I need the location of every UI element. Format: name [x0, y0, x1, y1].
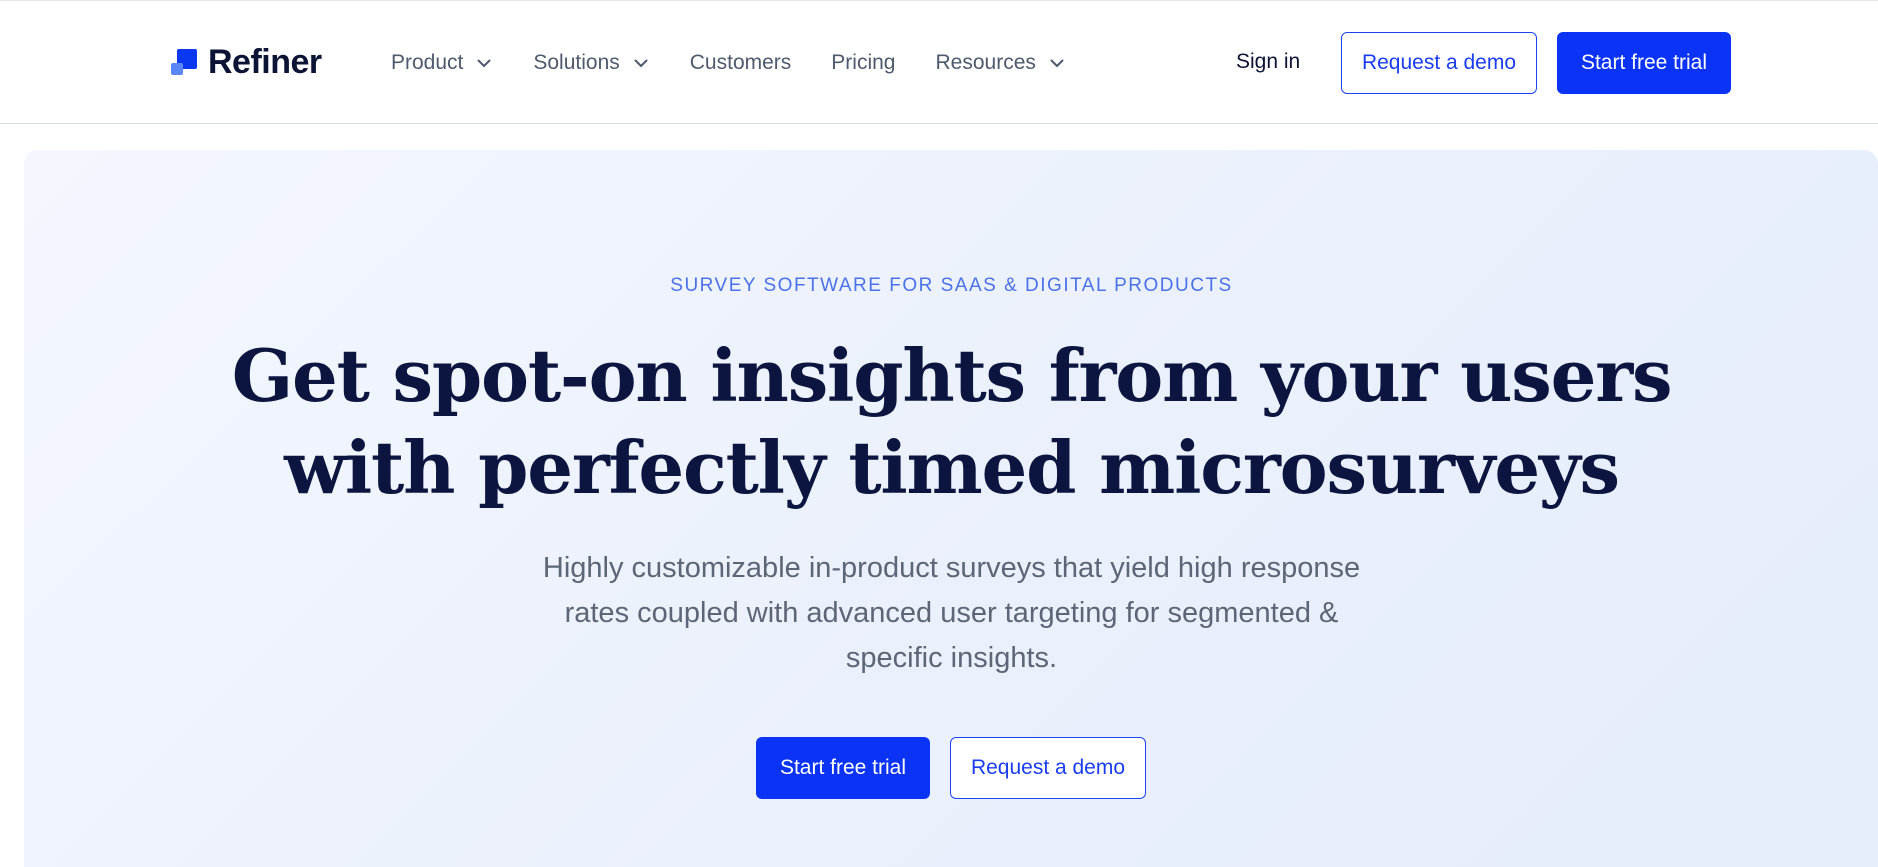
site-header: Refiner Product Solutions Customers Pric… — [0, 0, 1878, 124]
headline-line-1: Get spot-on insights from your users — [231, 333, 1673, 418]
nav-item-solutions[interactable]: Solutions — [533, 51, 649, 75]
nav-item-label: Pricing — [831, 51, 896, 74]
chevron-down-icon — [632, 54, 650, 72]
nav-item-label: Resources — [935, 51, 1036, 74]
hero-request-demo-button[interactable]: Request a demo — [950, 737, 1146, 799]
nav-item-label: Product — [391, 51, 464, 74]
header-request-demo-button[interactable]: Request a demo — [1341, 32, 1537, 94]
chevron-down-icon — [475, 54, 493, 72]
headline-line-2: with perfectly timed microsurveys — [284, 425, 1620, 510]
hero-subtext: Highly customizable in-product surveys t… — [542, 552, 1361, 674]
main-nav: Product Solutions Customers Pricing Reso… — [391, 45, 1106, 81]
hero-eyebrow: SURVEY SOFTWARE FOR SAAS & DIGITAL PRODU… — [670, 275, 1233, 296]
nav-item-customers[interactable]: Customers — [690, 51, 792, 75]
sign-in-link[interactable]: Sign in — [1236, 50, 1300, 74]
nav-item-pricing[interactable]: Pricing — [831, 51, 895, 75]
nav-item-label: Solutions — [533, 51, 620, 74]
logo-text: Refiner — [208, 42, 322, 81]
nav-item-resources[interactable]: Resources — [936, 51, 1066, 75]
hero-subtext-wrap: Highly customizable in-product surveys t… — [0, 546, 1878, 681]
hero-start-trial-button[interactable]: Start free trial — [756, 737, 930, 799]
refiner-logo-icon — [171, 49, 197, 75]
chevron-down-icon — [1048, 54, 1066, 72]
hero-headline: Get spot-on insights from your users wit… — [0, 330, 1878, 514]
nav-item-label: Customers — [689, 51, 792, 74]
refiner-logo[interactable]: Refiner — [171, 43, 322, 81]
header-start-trial-button[interactable]: Start free trial — [1557, 32, 1731, 94]
nav-item-product[interactable]: Product — [391, 51, 493, 75]
